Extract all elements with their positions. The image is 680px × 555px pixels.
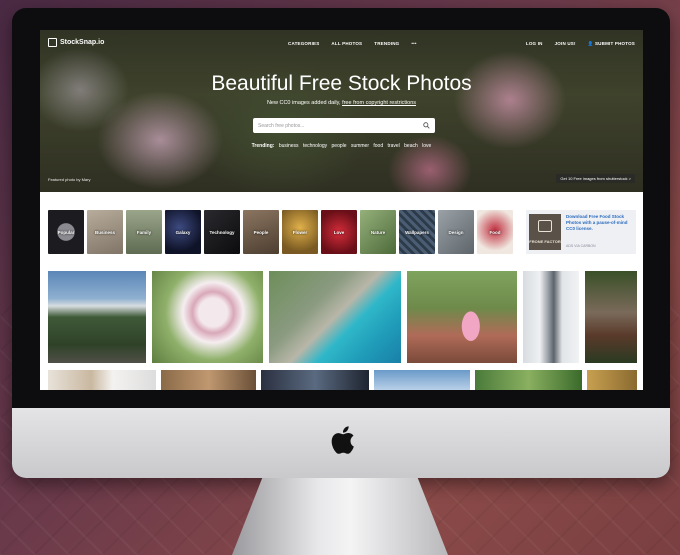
camera-icon (48, 38, 57, 47)
category-flower[interactable]: Flower (282, 210, 318, 254)
category-family[interactable]: Family (126, 210, 162, 254)
photo-white-flower[interactable] (152, 271, 263, 363)
photo-golden[interactable] (587, 370, 637, 390)
site-logo[interactable]: StockSnap.io (48, 38, 104, 47)
trending-tag[interactable]: beach (404, 143, 418, 149)
nav-right-links: LOG IN JOIN US! 👤 SUBMIT PHOTOS (526, 41, 635, 47)
frone-factor-logo: FRONE FACTOR (529, 214, 561, 250)
nav-login[interactable]: LOG IN (526, 41, 543, 47)
category-nature[interactable]: Nature (360, 210, 396, 254)
hero-subtitle: New CC0 images added daily, free from co… (266, 100, 417, 106)
top-nav: StockSnap.io CATEGORIES ALL PHOTOS TREND… (40, 30, 643, 56)
photo-forest-waterfall[interactable] (585, 271, 637, 363)
browser-screen: StockSnap.io CATEGORIES ALL PHOTOS TREND… (40, 30, 643, 390)
trending-tag[interactable]: technology (303, 143, 327, 149)
nav-center-links: CATEGORIES ALL PHOTOS TRENDING ••• (288, 41, 417, 46)
apple-logo-icon (331, 426, 354, 454)
category-business[interactable]: Business (87, 210, 123, 254)
category-love[interactable]: Love (321, 210, 357, 254)
photo-credit[interactable]: Featured photo by Mary (48, 177, 90, 182)
ad-text[interactable]: Download Free Food Stock Photos with a p… (566, 214, 632, 232)
nav-submit-photos[interactable]: 👤 SUBMIT PHOTOS (588, 41, 635, 47)
trending-tag[interactable]: food (373, 143, 383, 149)
photo-person-white[interactable] (48, 370, 156, 390)
trending-tag[interactable]: people (332, 143, 347, 149)
nav-all-photos[interactable]: ALL PHOTOS (331, 41, 362, 46)
nav-trending[interactable]: TRENDING (374, 41, 399, 46)
user-icon: 👤 (587, 41, 594, 46)
photo-mountain-road[interactable] (48, 271, 146, 363)
category-galaxy[interactable]: Galaxy (165, 210, 201, 254)
photo-green-field[interactable] (475, 370, 582, 390)
shutterstock-promo-button[interactable]: Get 10 Free images from shutterstock > (556, 174, 635, 183)
carbon-ad[interactable]: FRONE FACTOR Download Free Food Stock Ph… (526, 210, 636, 254)
ad-attribution[interactable]: ADS VIA CARBON (566, 244, 596, 248)
trending-tag[interactable]: travel (388, 143, 400, 149)
trending-tag[interactable]: summer (351, 143, 369, 149)
nav-more[interactable]: ••• (411, 41, 416, 46)
trending-tags: Trending: business technology people sum… (251, 143, 432, 149)
category-technology[interactable]: Technology (204, 210, 240, 254)
imac-stand (232, 478, 448, 555)
search-icon[interactable] (423, 122, 430, 129)
category-strip: Popular Business Family Galaxy Technolog… (48, 210, 513, 254)
category-wallpapers[interactable]: Wallpapers (399, 210, 435, 254)
photo-dashboard[interactable] (261, 370, 369, 390)
nav-categories[interactable]: CATEGORIES (288, 41, 319, 46)
photo-sky[interactable] (374, 370, 470, 390)
photo-aerial-coast[interactable] (269, 271, 401, 363)
camera-icon (538, 220, 552, 232)
nav-join[interactable]: JOIN US! (555, 41, 576, 47)
category-design[interactable]: Design (438, 210, 474, 254)
photo-pink-hair-woman[interactable] (407, 271, 517, 363)
category-people[interactable]: People (243, 210, 279, 254)
hero-banner: StockSnap.io CATEGORIES ALL PHOTOS TREND… (40, 30, 643, 192)
search-input[interactable]: Search free photos... (258, 123, 423, 129)
search-bar[interactable]: Search free photos... (253, 118, 435, 133)
trending-tag[interactable]: business (279, 143, 299, 149)
hero-title: Beautiful Free Stock Photos (211, 72, 472, 95)
category-food[interactable]: Food (477, 210, 513, 254)
copyright-link[interactable]: free from copyright restrictions (342, 100, 416, 106)
photo-brown-texture[interactable] (161, 370, 256, 390)
photo-skyscraper[interactable] (523, 271, 579, 363)
category-popular[interactable]: Popular (48, 210, 84, 254)
trending-tag[interactable]: love (422, 143, 431, 149)
